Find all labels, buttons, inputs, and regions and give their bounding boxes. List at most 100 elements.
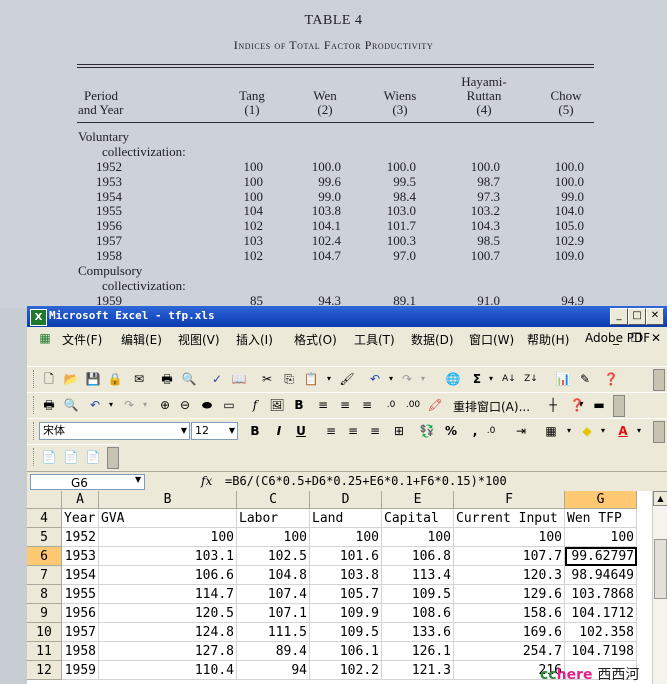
print-preview-icon[interactable]: 🔍 [63, 397, 79, 413]
doc-close-button[interactable]: ✕ [651, 331, 661, 345]
cell-e4[interactable]: Capital [382, 509, 454, 528]
cell-g7[interactable]: 98.94649 [565, 566, 637, 585]
undo-icon[interactable]: ↶ [367, 371, 383, 387]
scroll-up-icon[interactable]: ▲ [653, 491, 667, 506]
toolbar-grip[interactable] [33, 396, 37, 414]
cell-d5[interactable]: 100 [310, 528, 382, 547]
print-icon[interactable]: 🖶 [159, 371, 175, 387]
toolbar-options-icon[interactable] [613, 395, 625, 417]
menu-item[interactable]: 格式(O) [294, 331, 337, 348]
cell-c8[interactable]: 107.4 [237, 585, 310, 604]
cell-e6[interactable]: 106.8 [382, 547, 454, 566]
format-painter-icon[interactable]: 🖌 [339, 371, 355, 387]
cell-a9[interactable]: 1956 [62, 604, 99, 623]
row-header[interactable]: 7 [27, 566, 62, 585]
help-icon[interactable]: ❓ [603, 371, 619, 387]
email-icon[interactable]: ✉ [131, 371, 147, 387]
cell-c5[interactable]: 100 [237, 528, 310, 547]
cell-f4[interactable]: Current Input [454, 509, 565, 528]
doc-minimize-button[interactable]: _ [613, 331, 619, 345]
fill-dropdown-icon[interactable]: ▾ [595, 423, 611, 439]
font-size-select[interactable]: 12 ▼ [191, 422, 238, 440]
minus-icon[interactable]: ▬ [591, 397, 607, 413]
column-header[interactable]: B [99, 491, 237, 509]
cell-d6[interactable]: 101.6 [310, 547, 382, 566]
print-preview-icon[interactable]: 🔍 [181, 371, 197, 387]
scroll-thumb[interactable] [654, 539, 667, 599]
menu-item[interactable]: 数据(D) [411, 331, 454, 348]
toolbar-options-icon[interactable] [653, 369, 665, 391]
cell-e9[interactable]: 108.6 [382, 604, 454, 623]
increase-decimal-icon[interactable]: .0 [483, 423, 499, 439]
font-name-select[interactable]: 宋体 ▼ [39, 422, 190, 440]
cell-g9[interactable]: 104.1712 [565, 604, 637, 623]
insert-function-icon[interactable]: fx [201, 474, 212, 488]
cell-g5[interactable]: 100 [565, 528, 637, 547]
workbook-icon[interactable]: ▦ [37, 330, 53, 346]
column-header[interactable]: F [454, 491, 565, 509]
cell-e12[interactable]: 121.3 [382, 661, 454, 680]
cell-a4[interactable]: Year [62, 509, 99, 528]
minimize-button[interactable]: _ [610, 308, 628, 325]
cell-b5[interactable]: 100 [99, 528, 237, 547]
paste-icon[interactable]: 📋 [303, 371, 319, 387]
column-header[interactable]: A [62, 491, 99, 509]
toolbar-grip[interactable] [33, 370, 37, 388]
redo-icon[interactable]: ↷ [121, 397, 137, 413]
cell-b8[interactable]: 114.7 [99, 585, 237, 604]
hyperlink-icon[interactable]: 🌐 [445, 371, 461, 387]
rectangle-icon[interactable]: ▭ [221, 397, 237, 413]
cell-d11[interactable]: 106.1 [310, 642, 382, 661]
cell-f10[interactable]: 169.6 [454, 623, 565, 642]
toolbar-grip[interactable] [33, 422, 37, 440]
cell-b4[interactable]: GVA [99, 509, 237, 528]
toolbar-grip[interactable] [33, 448, 37, 466]
row-header[interactable]: 6 [27, 547, 62, 566]
undo-dropdown-icon[interactable]: ▾ [383, 371, 399, 387]
cell-e8[interactable]: 109.5 [382, 585, 454, 604]
cell-f6[interactable]: 107.7 [454, 547, 565, 566]
undo-dropdown-icon[interactable]: ▾ [103, 397, 119, 413]
sort-ascending-icon[interactable]: A↓ [501, 371, 517, 387]
cell-e7[interactable]: 113.4 [382, 566, 454, 585]
cell-b6[interactable]: 103.1 [99, 547, 237, 566]
paint-icon[interactable]: 🖍 [427, 397, 443, 413]
cell-d10[interactable]: 109.5 [310, 623, 382, 642]
cell-e5[interactable]: 100 [382, 528, 454, 547]
row-header[interactable]: 11 [27, 642, 62, 661]
merge-center-icon[interactable]: ⊞ [391, 423, 407, 439]
toolbar-options-icon[interactable] [653, 421, 665, 443]
cell-d4[interactable]: Land [310, 509, 382, 528]
function-icon[interactable]: f [247, 397, 263, 413]
doc-restore-button[interactable]: ❐ [631, 331, 642, 345]
cell-c10[interactable]: 111.5 [237, 623, 310, 642]
undo-icon[interactable]: ↶ [87, 397, 103, 413]
cell-f7[interactable]: 120.3 [454, 566, 565, 585]
chevron-down-icon[interactable]: ▼ [181, 423, 187, 439]
cell-a11[interactable]: 1958 [62, 642, 99, 661]
cell-b10[interactable]: 124.8 [99, 623, 237, 642]
save-icon[interactable]: 💾 [85, 371, 101, 387]
toolbar-options-icon[interactable] [107, 447, 119, 469]
row-header[interactable]: 12 [27, 661, 62, 680]
cell-f8[interactable]: 129.6 [454, 585, 565, 604]
paste-dropdown-icon[interactable]: ▾ [321, 371, 337, 387]
increase-decimal-icon[interactable]: .0 [383, 397, 399, 413]
help-icon[interactable]: ❓ [569, 397, 585, 413]
open-icon[interactable]: 📂 [63, 371, 79, 387]
cell-b12[interactable]: 110.4 [99, 661, 237, 680]
sort-descending-icon[interactable]: Z↓ [523, 371, 539, 387]
cell-g8[interactable]: 103.7868 [565, 585, 637, 604]
crosshair-icon[interactable]: ┼ [545, 397, 561, 413]
menu-item[interactable]: 窗口(W) [469, 331, 514, 348]
permission-icon[interactable]: 🔒 [107, 371, 123, 387]
copy-icon[interactable]: ⎘ [281, 371, 297, 387]
cell-g4[interactable]: Wen TFP [565, 509, 637, 528]
cell-g10[interactable]: 102.358 [565, 623, 637, 642]
cell-a12[interactable]: 1959 [62, 661, 99, 680]
formula-input[interactable]: =B6/(C6*0.5+D6*0.25+E6*0.1+F6*0.15)*100 [225, 474, 507, 488]
align-right-icon[interactable]: ≡ [367, 423, 383, 439]
column-header[interactable]: E [382, 491, 454, 509]
cell-g6[interactable]: 99.62797 [565, 547, 637, 566]
row-header[interactable]: 5 [27, 528, 62, 547]
